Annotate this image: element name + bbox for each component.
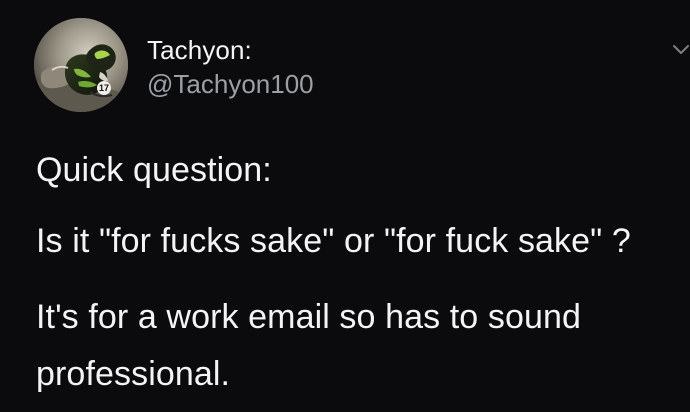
display-name[interactable]: Tachyon: xyxy=(147,35,252,65)
avatar[interactable]: 17 xyxy=(34,18,128,112)
user-handle[interactable]: @Tachyon100 xyxy=(147,69,314,99)
tweet-text-line-2: Is it "for fucks sake" or "for fuck sake… xyxy=(36,222,631,260)
tweet-text-line-4: professional. xyxy=(36,355,231,393)
tweet-card: 17 Tachyon: @Tachyon100 Quick question: … xyxy=(0,0,690,412)
chevron-down-icon[interactable] xyxy=(672,40,690,58)
tweet-text-line-1: Quick question: xyxy=(36,151,272,189)
svg-text:17: 17 xyxy=(99,83,109,93)
tweet-text-line-3: It's for a work email so has to sound xyxy=(36,298,581,336)
